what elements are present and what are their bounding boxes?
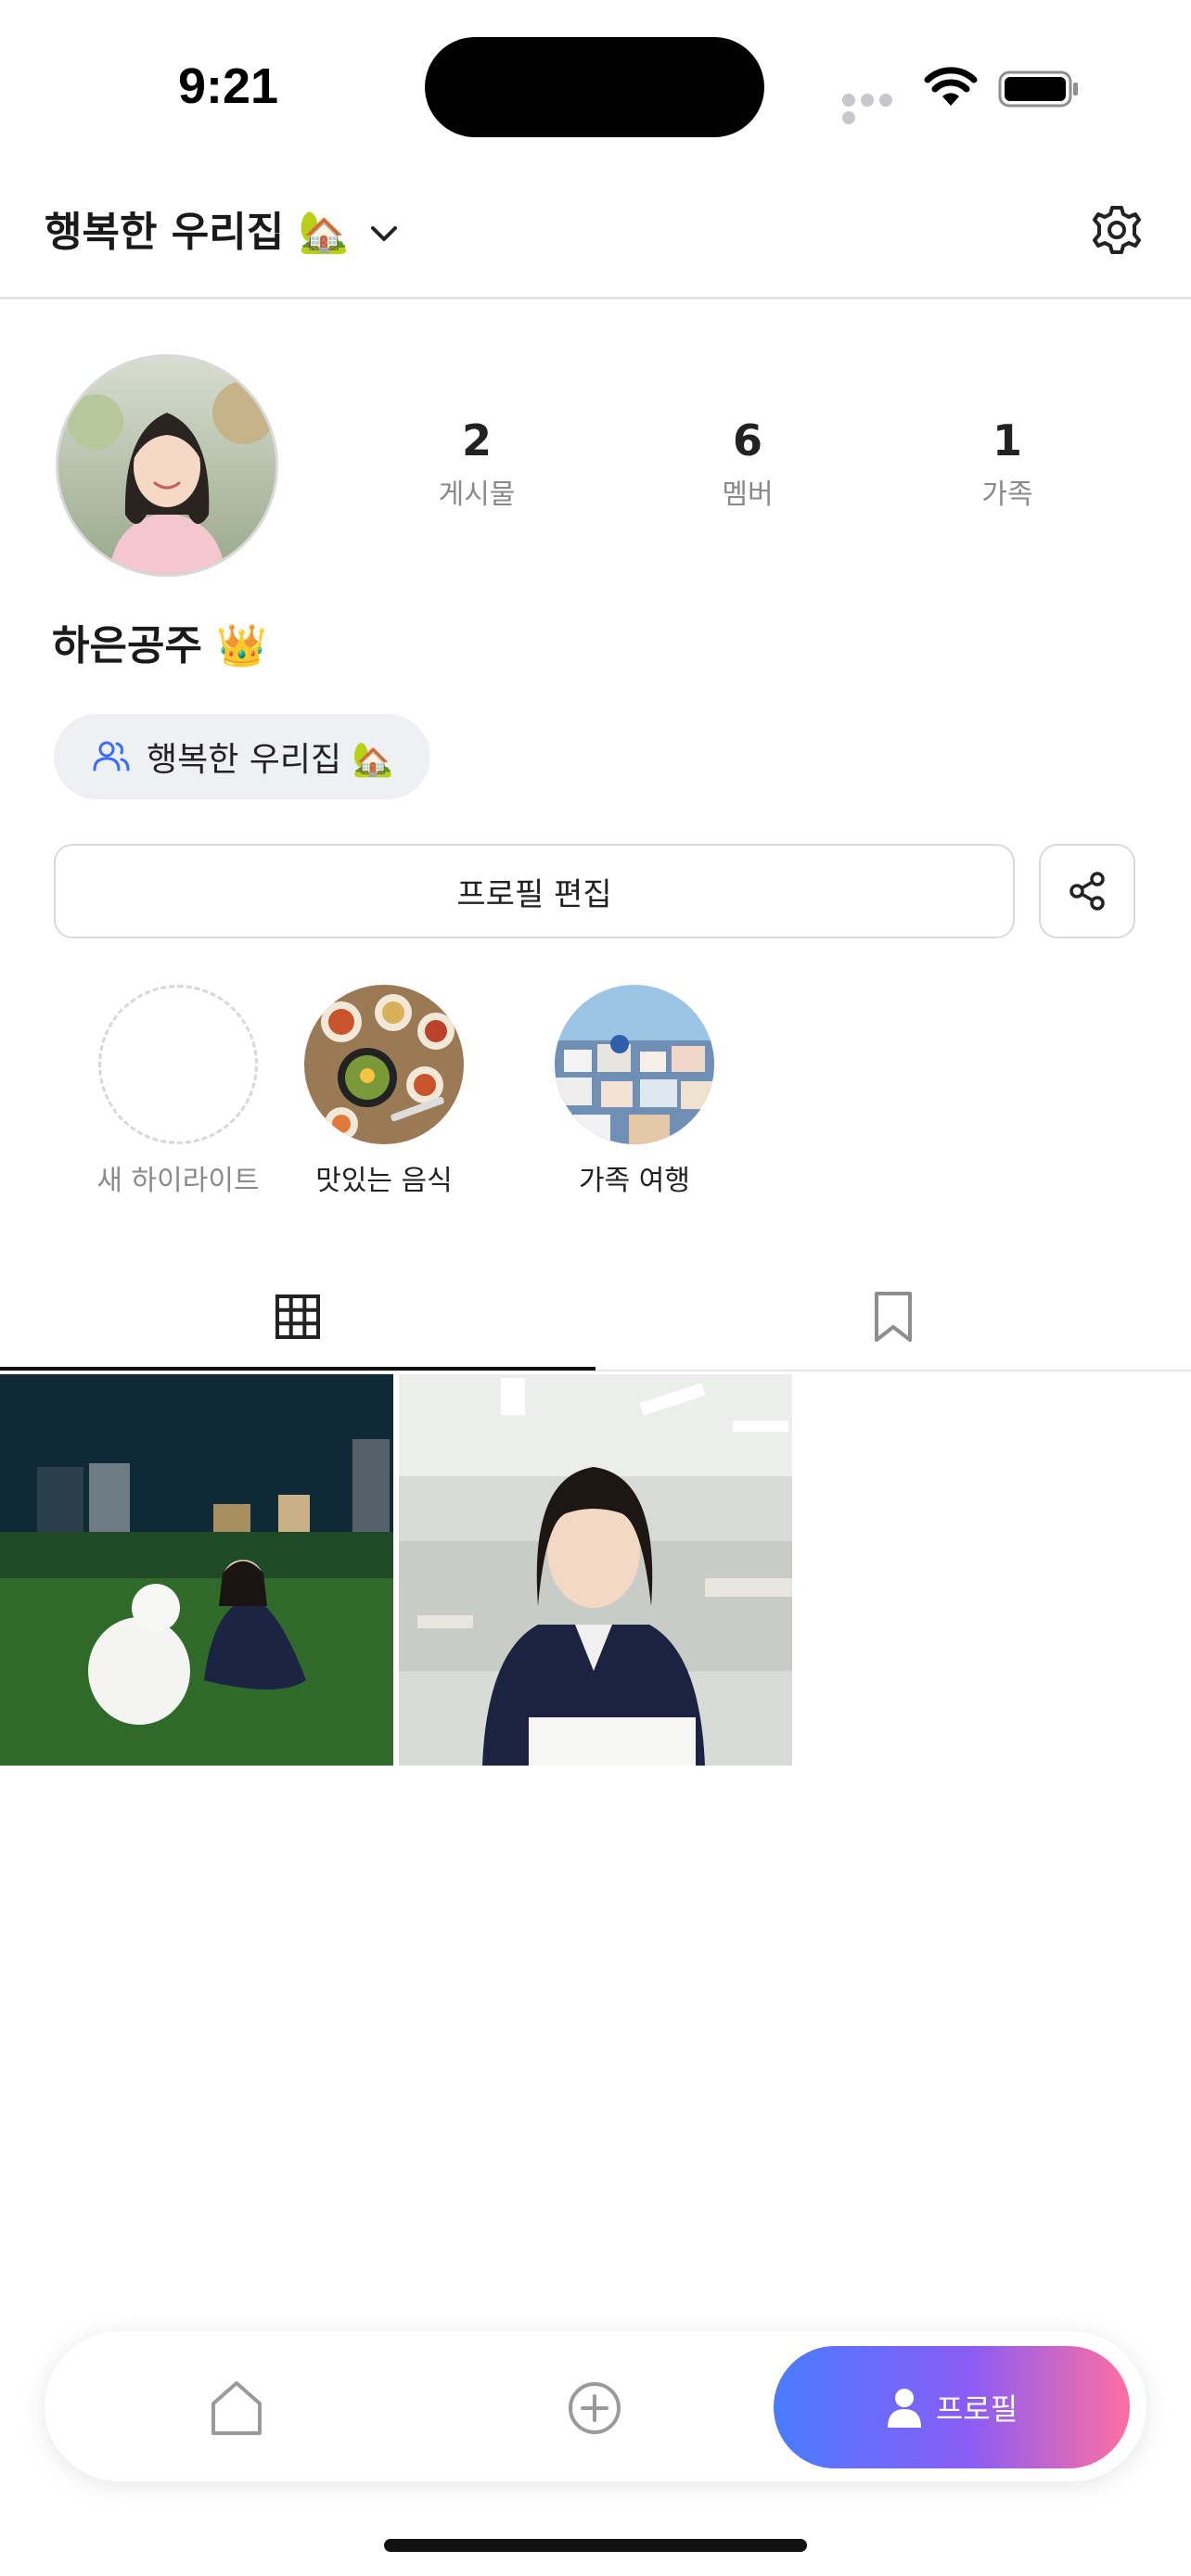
tab-bookmarks[interactable] xyxy=(596,1261,1191,1372)
chevron-down-icon[interactable] xyxy=(367,217,401,250)
nav-profile-label: 프로필 xyxy=(935,2391,1018,2427)
dynamic-island xyxy=(425,37,764,137)
highlight-placeholder-ring xyxy=(98,985,258,1144)
stat-label: 가족 xyxy=(981,478,1033,511)
home-icon[interactable] xyxy=(204,2376,269,2441)
family-group-chip[interactable]: 행복한 우리집 🏡 xyxy=(54,714,430,799)
tab-grid[interactable] xyxy=(0,1261,596,1372)
cellular-signal-icon xyxy=(842,93,915,124)
highlight-food[interactable]: 맛있는 음식 xyxy=(291,985,477,1198)
status-time: 9:21 xyxy=(178,58,279,114)
post-thumbnail[interactable] xyxy=(0,1374,393,1766)
bookmark-icon xyxy=(875,1292,912,1342)
family-selector-title[interactable]: 행복한 우리집 🏡 xyxy=(45,198,349,258)
header-divider xyxy=(0,297,1191,300)
stat-families[interactable]: 1 가족 xyxy=(915,415,1100,512)
stat-posts[interactable]: 2 게시물 xyxy=(384,415,570,512)
post-thumbnail[interactable] xyxy=(399,1374,792,1766)
highlight-new[interactable]: 새 하이라이트 xyxy=(85,985,271,1198)
stat-value: 2 xyxy=(461,415,492,465)
grid-icon xyxy=(275,1294,320,1339)
highlight-thumbnail xyxy=(304,985,464,1144)
wifi-icon xyxy=(924,67,978,106)
family-chip-label: 행복한 우리집 🏡 xyxy=(147,741,394,779)
person-icon xyxy=(887,2389,921,2428)
share-button[interactable] xyxy=(1039,844,1135,938)
stat-label: 게시물 xyxy=(438,478,516,511)
gear-icon[interactable] xyxy=(1089,202,1145,258)
stat-members[interactable]: 6 멤버 xyxy=(655,415,840,512)
tab-active-underline xyxy=(0,1367,596,1371)
stat-value: 1 xyxy=(992,415,1022,465)
share-icon xyxy=(1069,872,1105,911)
users-icon xyxy=(93,741,130,772)
battery-icon xyxy=(998,70,1078,108)
add-circle-icon[interactable] xyxy=(562,2376,627,2441)
highlight-thumbnail xyxy=(555,985,714,1144)
highlight-family-trip[interactable]: 가족 여행 xyxy=(542,985,727,1198)
home-indicator xyxy=(384,2539,807,2552)
profile-username: 하은공주 👑 xyxy=(52,622,268,670)
highlight-label: 새 하이라이트 xyxy=(96,1165,260,1197)
avatar[interactable] xyxy=(56,354,278,577)
highlight-label: 맛있는 음식 xyxy=(315,1165,453,1197)
stat-label: 멤버 xyxy=(722,478,774,511)
highlight-label: 가족 여행 xyxy=(579,1165,690,1197)
nav-profile-button[interactable]: 프로필 xyxy=(774,2346,1130,2468)
edit-profile-button[interactable]: 프로필 편집 xyxy=(54,844,1015,938)
stat-value: 6 xyxy=(732,415,762,465)
